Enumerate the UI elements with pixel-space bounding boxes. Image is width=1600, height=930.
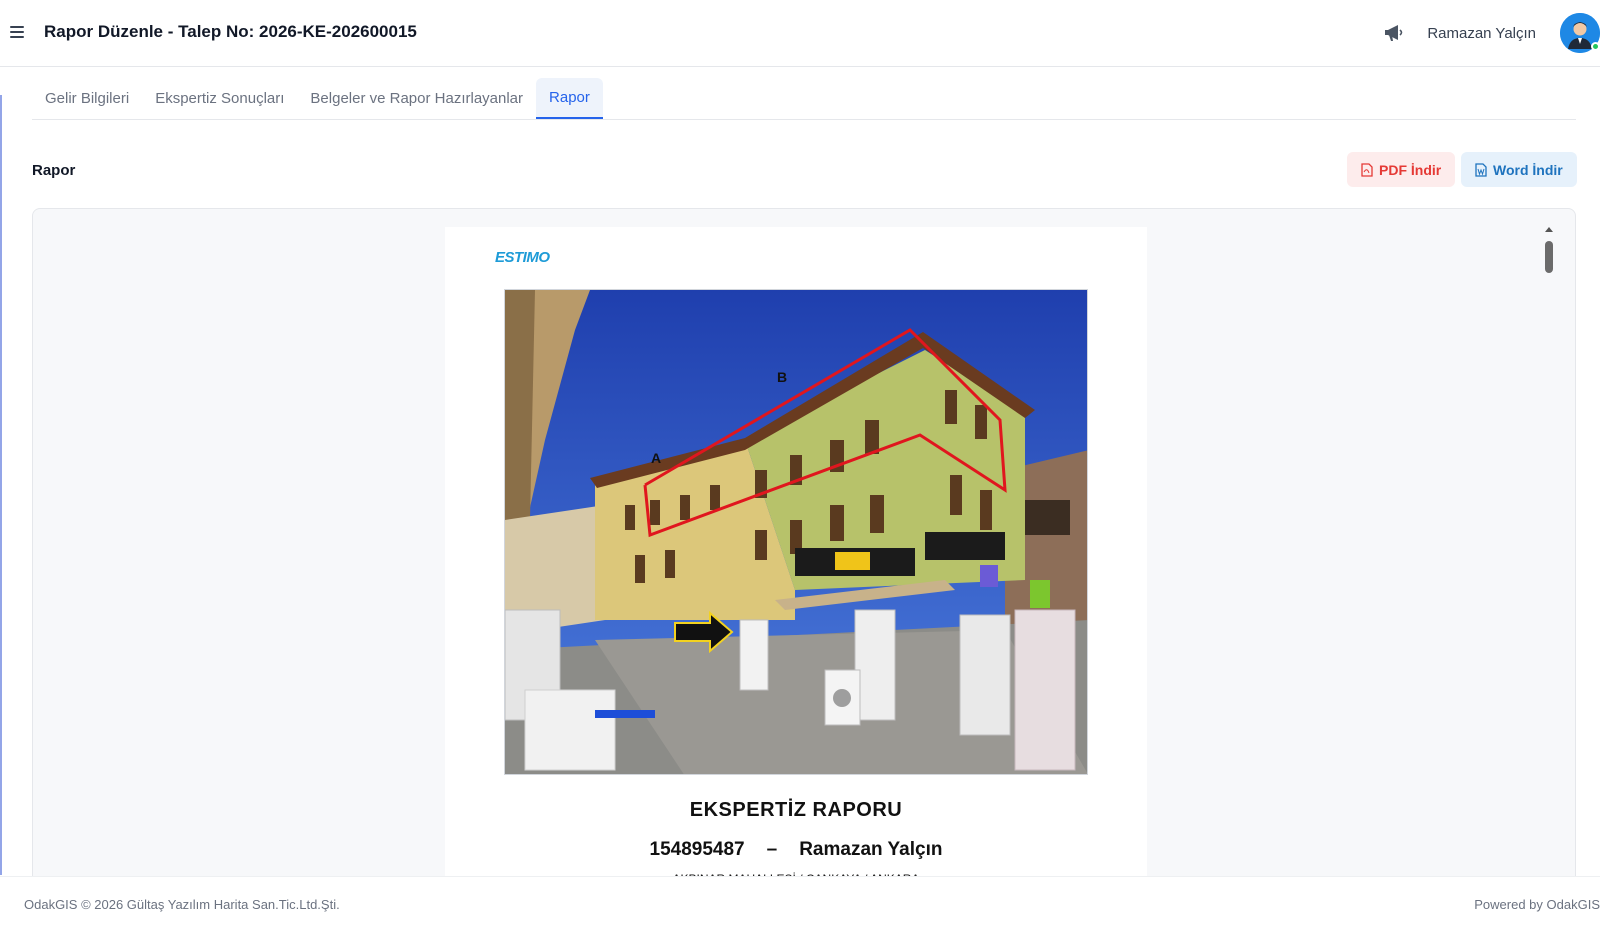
pdf-download-button[interactable]: PDF İndir	[1347, 152, 1456, 187]
svg-text:A: A	[651, 450, 661, 466]
report-number: 154895487	[649, 839, 745, 860]
word-download-label: Word İndir	[1493, 161, 1563, 178]
pdf-file-icon	[1361, 162, 1373, 177]
viewer-scrollbar[interactable]	[1543, 227, 1557, 887]
hamburger-menu-icon[interactable]	[10, 22, 28, 42]
pdf-download-label: PDF İndir	[1379, 161, 1442, 178]
report-separator: –	[766, 839, 778, 860]
app-footer: OdakGIS © 2026 Gültaş Yazılım Harita San…	[0, 876, 1600, 930]
tab-bar: Gelir Bilgileri Ekspertiz Sonuçları Belg…	[32, 78, 1576, 120]
section-title: Rapor	[32, 162, 76, 179]
report-viewer[interactable]: ESTIMO A B EKSPERTİZ RAPORU 154895487 – …	[32, 208, 1576, 898]
word-file-icon	[1475, 162, 1487, 177]
report-owner: Ramazan Yalçın	[799, 839, 943, 860]
megaphone-icon[interactable]	[1381, 20, 1407, 46]
footer-copyright: OdakGIS © 2026 Gültaş Yazılım Harita San…	[24, 897, 340, 912]
footer-powered-by[interactable]: Powered by OdakGIS	[1474, 897, 1600, 912]
avatar[interactable]	[1560, 13, 1600, 53]
tab-belgeler[interactable]: Belgeler ve Rapor Hazırlayanlar	[297, 78, 536, 119]
word-download-button[interactable]: Word İndir	[1461, 152, 1577, 187]
report-page: ESTIMO A B EKSPERTİZ RAPORU 154895487 – …	[445, 227, 1147, 897]
online-status-dot	[1591, 42, 1600, 51]
estimo-logo: ESTIMO	[495, 249, 550, 266]
page-title: Rapor Düzenle - Talep No: 2026-KE-202600…	[44, 22, 417, 41]
tab-ekspertiz-sonuclari[interactable]: Ekspertiz Sonuçları	[142, 78, 297, 119]
scroll-up-arrow-icon[interactable]	[1545, 227, 1553, 232]
svg-text:B: B	[777, 369, 787, 385]
building-photo: A B	[504, 289, 1088, 775]
app-header: Rapor Düzenle - Talep No: 2026-KE-202600…	[0, 0, 1600, 67]
left-edge-indicator	[0, 95, 2, 875]
report-title: EKSPERTİZ RAPORU	[689, 799, 903, 821]
tab-rapor[interactable]: Rapor	[536, 78, 603, 119]
scroll-thumb[interactable]	[1545, 241, 1553, 273]
tab-gelir-bilgileri[interactable]: Gelir Bilgileri	[32, 78, 142, 119]
report-subtitle: 154895487– Ramazan Yalçın	[445, 839, 1147, 861]
user-name[interactable]: Ramazan Yalçın	[1427, 25, 1536, 42]
